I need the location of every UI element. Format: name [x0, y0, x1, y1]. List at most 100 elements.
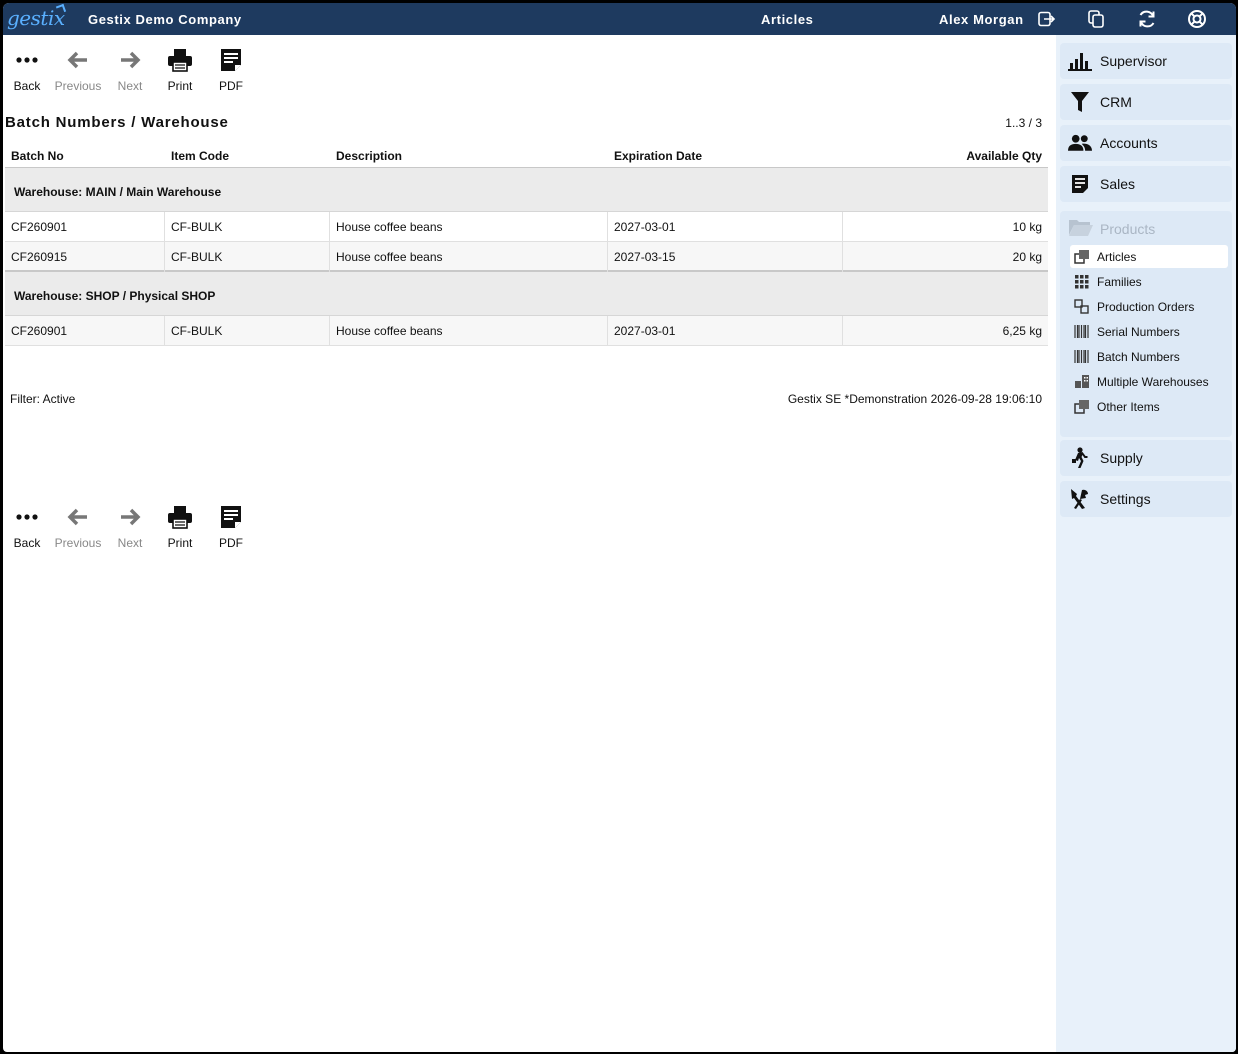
next-button[interactable]: Next [104, 45, 156, 101]
table-row[interactable]: CF260915 CF-BULK House coffee beans 2027… [5, 242, 1048, 272]
user-name[interactable]: Alex Morgan [939, 12, 1024, 27]
col-available-qty[interactable]: Available Qty [966, 149, 1042, 163]
sidebar-subitem-multiple-warehouses[interactable]: Multiple Warehouses [1070, 370, 1228, 393]
pdf-button[interactable]: PDF [205, 45, 257, 101]
sidebar-group-products: Products Articles Families Production Or… [1060, 211, 1232, 437]
barcode-icon [1074, 325, 1089, 338]
next-label: Next [117, 536, 143, 550]
sidebar-item-supervisor[interactable]: Supervisor [1060, 43, 1232, 79]
pdf-document-icon [221, 49, 241, 71]
refresh-icon[interactable] [1137, 9, 1157, 29]
subitem-label: Production Orders [1097, 300, 1195, 314]
sidebar-subitem-other-items[interactable]: Other Items [1070, 395, 1228, 418]
printer-icon [168, 49, 192, 72]
current-section: Articles [761, 12, 814, 27]
col-batch-no[interactable]: Batch No [11, 149, 64, 163]
cell-batch-no: CF260901 [5, 212, 165, 242]
col-description[interactable]: Description [336, 149, 402, 163]
top-bar: gestix Gestix Demo Company Articles Alex… [3, 3, 1236, 35]
print-button[interactable]: Print [154, 502, 206, 558]
back-button[interactable]: Back [3, 45, 53, 101]
print-label: Print [167, 79, 193, 93]
sidebar-item-label: Settings [1100, 491, 1151, 507]
cell-available-qty: 10 kg [1012, 220, 1042, 234]
col-item-code[interactable]: Item Code [171, 149, 229, 163]
report-footer-info: Gestix SE *Demonstration 2026-09-28 19:0… [787, 392, 1042, 406]
cell-description: House coffee beans [330, 212, 608, 242]
col-expiration-date[interactable]: Expiration Date [614, 149, 702, 163]
cell-expiration-date: 2027-03-01 [608, 316, 843, 346]
subitem-label: Multiple Warehouses [1097, 375, 1209, 389]
table-row[interactable]: CF260901 CF-BULK House coffee beans 2027… [5, 212, 1048, 242]
sidebar-menu: Supervisor CRM Accounts Sales Products A… [1056, 35, 1236, 1052]
back-button[interactable]: Back [3, 502, 53, 558]
subitem-label: Serial Numbers [1097, 325, 1180, 339]
sidebar-item-label: Accounts [1100, 135, 1158, 151]
subitem-label: Articles [1097, 250, 1137, 264]
printer-icon [168, 506, 192, 529]
group-header-main: Warehouse: MAIN / Main Warehouse [5, 168, 1048, 212]
next-button[interactable]: Next [104, 502, 156, 558]
sidebar-subitem-families[interactable]: Families [1070, 270, 1228, 293]
sidebar-subitem-serial-numbers[interactable]: Serial Numbers [1070, 320, 1228, 343]
cell-batch-no: CF260901 [5, 316, 165, 346]
sidebar-group-label[interactable]: Products [1100, 221, 1155, 237]
record-count: 1..3 / 3 [1005, 116, 1042, 130]
arrow-left-icon [67, 508, 87, 526]
bar-chart-icon [1068, 50, 1092, 72]
subitem-label: Families [1097, 275, 1142, 289]
more-dots-icon [16, 514, 38, 520]
pdf-label: PDF [219, 79, 243, 93]
boxes-icon [1074, 250, 1089, 264]
pdf-document-icon [221, 506, 241, 528]
previous-label: Previous [54, 79, 102, 93]
arrow-right-icon [121, 508, 141, 526]
sidebar-item-label: CRM [1100, 94, 1132, 110]
previous-button[interactable]: Previous [52, 45, 104, 101]
report-title: Batch Numbers / Warehouse [5, 114, 229, 131]
sidebar-item-supply[interactable]: Supply [1060, 440, 1232, 476]
sidebar-item-label: Sales [1100, 176, 1136, 192]
sidebar-item-settings[interactable]: Settings [1060, 481, 1232, 517]
back-label: Back [13, 79, 41, 93]
funnel-icon [1068, 91, 1092, 113]
table-row[interactable]: CF260901 CF-BULK House coffee beans 2027… [5, 316, 1048, 346]
report-toolbar-top: Back Previous Next Print PDF [3, 45, 263, 105]
sidebar-item-sales[interactable]: Sales [1060, 166, 1232, 202]
pdf-button[interactable]: PDF [205, 502, 257, 558]
sidebar-item-label: Supervisor [1100, 53, 1167, 69]
company-name[interactable]: Gestix Demo Company [88, 12, 242, 27]
subitem-label: Batch Numbers [1097, 350, 1180, 364]
cell-description: House coffee beans [330, 316, 608, 346]
group-label: Warehouse: MAIN / Main Warehouse [14, 185, 222, 199]
barcode-icon [1074, 350, 1089, 363]
print-label: Print [167, 536, 193, 550]
production-icon [1074, 299, 1089, 314]
arrow-left-icon [67, 51, 87, 69]
sidebar-item-crm[interactable]: CRM [1060, 84, 1232, 120]
pdf-label: PDF [219, 536, 243, 550]
cell-available-qty: 6,25 kg [1002, 324, 1042, 338]
logout-icon[interactable] [1037, 9, 1057, 29]
delivery-person-icon [1068, 447, 1092, 469]
sidebar-item-label: Supply [1100, 450, 1143, 466]
help-lifebuoy-icon[interactable] [1187, 9, 1207, 29]
cell-item-code: CF-BULK [165, 212, 330, 242]
next-label: Next [117, 79, 143, 93]
document-icon [1068, 173, 1092, 195]
filter-status: Filter: Active [10, 392, 76, 406]
cell-description: House coffee beans [330, 242, 608, 272]
sidebar-item-accounts[interactable]: Accounts [1060, 125, 1232, 161]
sidebar-subitem-articles[interactable]: Articles [1070, 245, 1228, 268]
previous-label: Previous [54, 536, 102, 550]
sidebar-subitem-production-orders[interactable]: Production Orders [1070, 295, 1228, 318]
print-button[interactable]: Print [154, 45, 206, 101]
tools-icon [1068, 488, 1092, 510]
table-header: Batch No Item Code Description Expiratio… [5, 143, 1048, 168]
sidebar-subitem-batch-numbers[interactable]: Batch Numbers [1070, 345, 1228, 368]
previous-button[interactable]: Previous [52, 502, 104, 558]
copy-window-icon[interactable] [1086, 9, 1106, 29]
cell-expiration-date: 2027-03-01 [608, 212, 843, 242]
group-header-shop: Warehouse: SHOP / Physical SHOP [5, 272, 1048, 316]
group-label: Warehouse: SHOP / Physical SHOP [14, 289, 216, 303]
